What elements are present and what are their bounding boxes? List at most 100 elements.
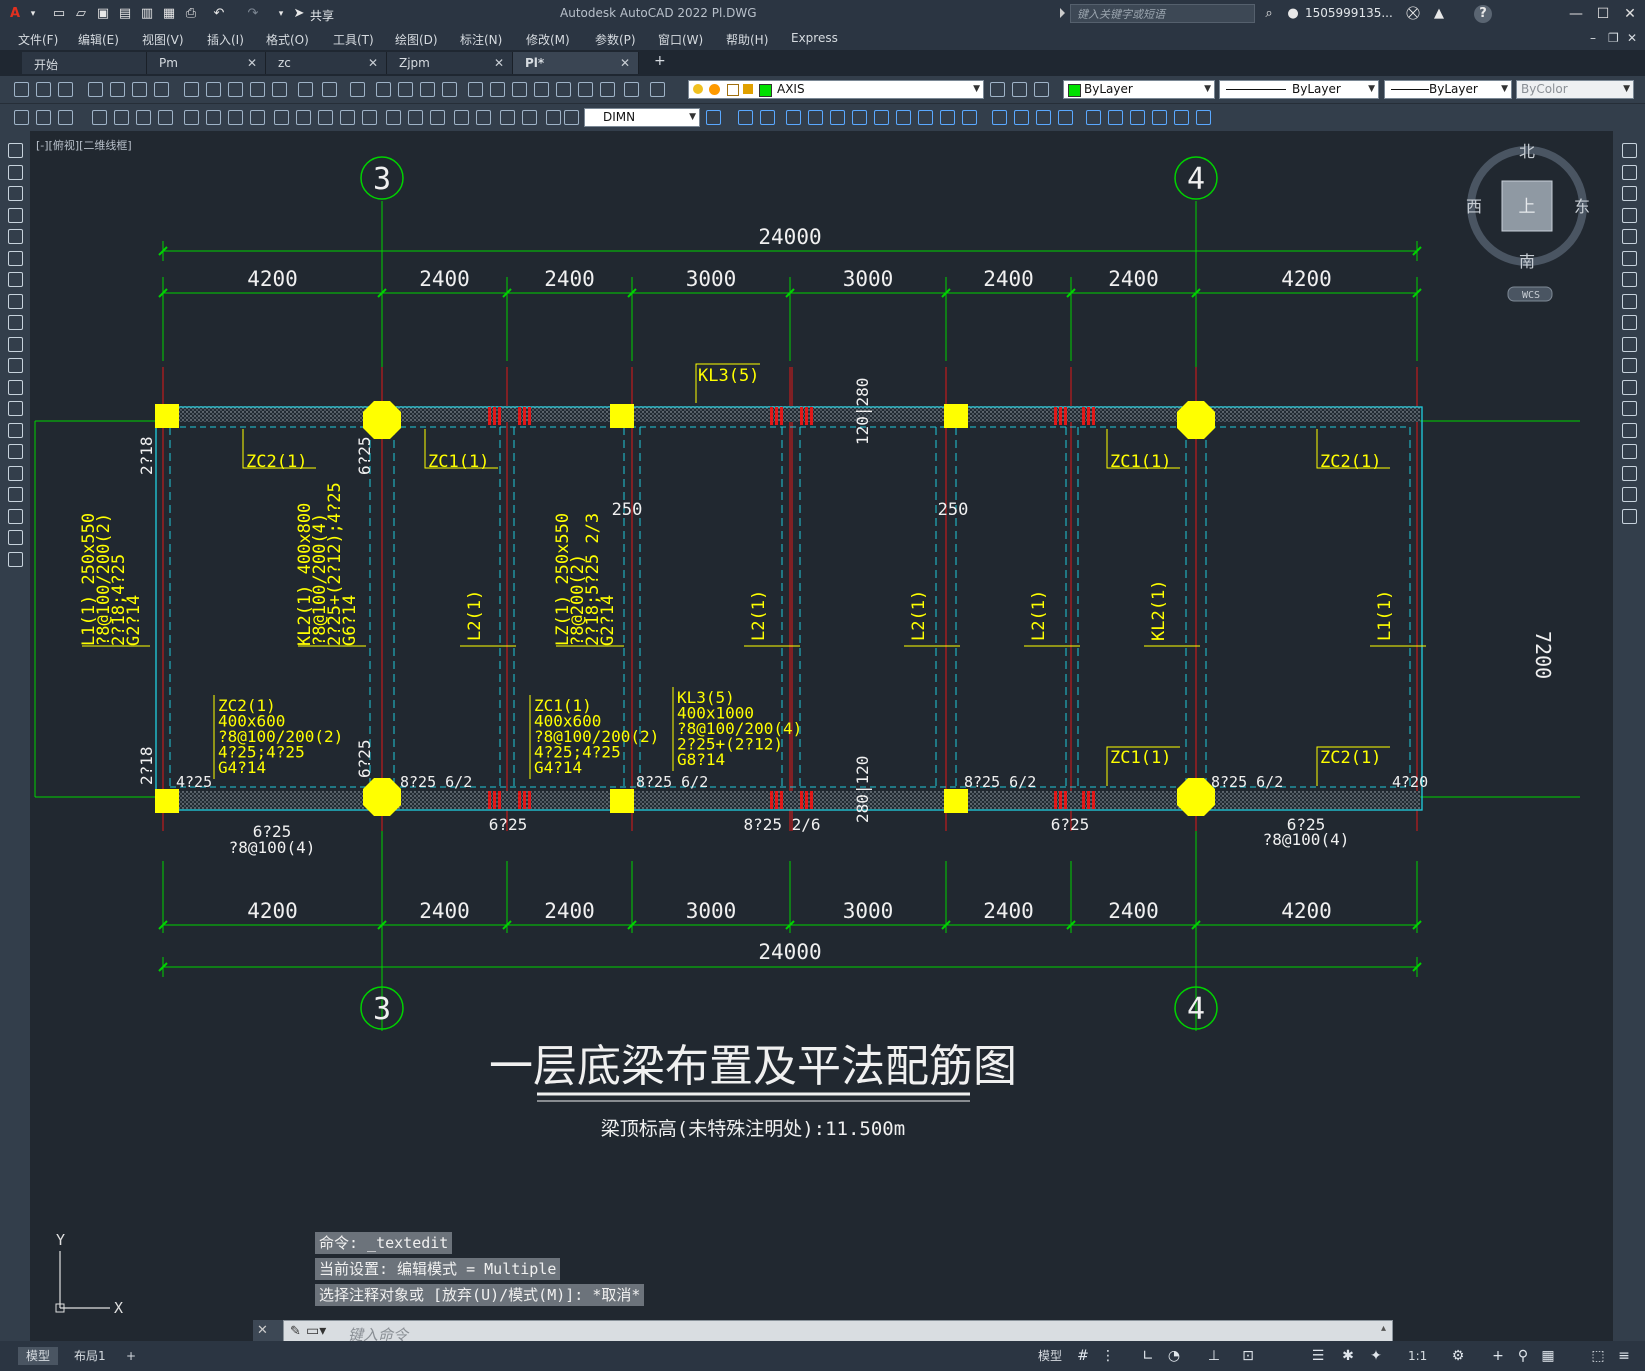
modify-tool-icon[interactable] bbox=[1058, 110, 1073, 125]
menu-parametric[interactable]: 参数(P) bbox=[595, 31, 636, 48]
modify-tool-icon[interactable] bbox=[1622, 401, 1637, 416]
draw-tool-icon[interactable] bbox=[8, 250, 23, 266]
draw-tool-icon[interactable] bbox=[8, 551, 23, 567]
undo-icon[interactable]: ↶ bbox=[210, 5, 228, 23]
snap-icon[interactable]: ⋮ bbox=[1100, 1348, 1116, 1364]
toolbar-tool-icon[interactable] bbox=[154, 82, 169, 97]
modify-tool-icon[interactable] bbox=[738, 110, 753, 125]
graphics-icon[interactable]: ▦ bbox=[1540, 1348, 1556, 1364]
modify-tool-icon[interactable] bbox=[1622, 315, 1637, 330]
draw-tool-icon[interactable] bbox=[8, 229, 23, 244]
draw-tool-icon[interactable] bbox=[8, 272, 23, 287]
toolbar-tool-icon[interactable] bbox=[624, 82, 639, 97]
draw-tool-icon[interactable] bbox=[8, 379, 23, 395]
modify-tool-icon[interactable] bbox=[918, 110, 933, 125]
draw-tool-icon[interactable] bbox=[8, 336, 23, 352]
doc-close-icon[interactable]: ✕ bbox=[1627, 31, 1637, 45]
toolbar-tool-icon[interactable] bbox=[468, 82, 483, 97]
command-close-icon[interactable]: ✕ bbox=[257, 1323, 268, 1338]
menu-view[interactable]: 视图(V) bbox=[142, 31, 184, 48]
tab-zjpm[interactable]: Zjpm ✕ bbox=[387, 52, 513, 74]
tab-pm[interactable]: Pm ✕ bbox=[147, 52, 266, 74]
modify-tool-icon[interactable] bbox=[1622, 379, 1637, 395]
tab-model[interactable]: 模型 bbox=[18, 1347, 59, 1365]
customize-menu-icon[interactable]: ≡ bbox=[1616, 1348, 1632, 1364]
minimize-icon[interactable]: — bbox=[1563, 4, 1589, 24]
tab-pl[interactable]: Pl* ✕ bbox=[513, 52, 639, 74]
plotstyle-dropdown[interactable]: ByColor ▼ bbox=[1516, 80, 1634, 99]
toolbar-tool-icon[interactable] bbox=[88, 82, 103, 97]
viewcube-north[interactable]: 北 bbox=[1519, 142, 1535, 161]
menu-tools[interactable]: 工具(T) bbox=[333, 31, 374, 48]
dimension-tool-icon[interactable] bbox=[318, 110, 333, 125]
draw-tool-icon[interactable] bbox=[8, 186, 23, 201]
dimension-tool-icon[interactable] bbox=[14, 110, 29, 125]
isodraft-icon[interactable]: ⊥ bbox=[1206, 1348, 1222, 1364]
draw-tool-icon[interactable] bbox=[8, 293, 23, 309]
draw-tool-icon[interactable] bbox=[8, 143, 23, 158]
modify-tool-icon[interactable] bbox=[1036, 110, 1051, 125]
modify-tool-icon[interactable] bbox=[808, 110, 823, 125]
plus-icon[interactable]: + bbox=[1490, 1348, 1506, 1364]
modify-tool-icon[interactable] bbox=[830, 110, 845, 125]
modify-tool-icon[interactable] bbox=[1152, 110, 1167, 125]
help-icon[interactable]: ? bbox=[1474, 5, 1492, 23]
lineweight-dropdown[interactable]: ByLayer ▼ bbox=[1384, 80, 1512, 99]
command-prompt-icon[interactable]: ▭▾ bbox=[306, 1323, 326, 1339]
dimension-tool-icon[interactable] bbox=[340, 110, 355, 125]
toolbar-tool-icon[interactable] bbox=[322, 82, 337, 97]
print-icon[interactable]: ⎙ bbox=[182, 5, 200, 23]
toolbar-tool-icon[interactable] bbox=[600, 82, 615, 97]
menu-express[interactable]: Express bbox=[791, 31, 838, 45]
osnap-icon[interactable]: ⊡ bbox=[1240, 1348, 1256, 1364]
workspace-gear-icon[interactable]: ⚙ bbox=[1450, 1348, 1466, 1364]
modify-tool-icon[interactable] bbox=[896, 110, 911, 125]
new-file-icon[interactable]: ▭ bbox=[50, 5, 68, 23]
ortho-icon[interactable]: ∟ bbox=[1140, 1348, 1156, 1364]
modify-tool-icon[interactable] bbox=[1130, 110, 1145, 125]
annotation-scale[interactable]: 1:1 bbox=[1400, 1347, 1435, 1365]
toolbar-tool-icon[interactable] bbox=[376, 82, 391, 97]
layer-properties-icon[interactable] bbox=[1034, 82, 1049, 97]
toolbar-tool-icon[interactable] bbox=[490, 82, 505, 97]
draw-tool-icon[interactable] bbox=[8, 164, 23, 180]
toolbar-tool-icon[interactable] bbox=[442, 82, 457, 97]
modify-tool-icon[interactable] bbox=[1622, 186, 1637, 201]
open-file-icon[interactable]: ▱ bbox=[72, 5, 90, 23]
dimension-tool-icon[interactable] bbox=[386, 110, 401, 125]
toolbar-tool-icon[interactable] bbox=[420, 82, 435, 97]
viewcube-south[interactable]: 南 bbox=[1519, 252, 1535, 271]
user-icon[interactable]: ● bbox=[1284, 5, 1302, 23]
model-space-button[interactable]: 模型 bbox=[1030, 1347, 1070, 1365]
annotation-visibility-icon[interactable]: ✦ bbox=[1368, 1348, 1384, 1364]
dimension-tool-icon[interactable] bbox=[546, 110, 561, 125]
modify-tool-icon[interactable] bbox=[940, 110, 955, 125]
toolbar-tool-icon[interactable] bbox=[298, 82, 313, 97]
color-dropdown[interactable]: ByLayer ▼ bbox=[1063, 80, 1215, 99]
tab-close-icon[interactable]: ✕ bbox=[620, 56, 630, 70]
dimension-tool-icon[interactable] bbox=[92, 110, 107, 125]
layer-match-icon[interactable] bbox=[990, 82, 1005, 97]
toolbar-tool-icon[interactable] bbox=[534, 82, 549, 97]
toolbar-tool-icon[interactable] bbox=[350, 82, 365, 97]
modify-tool-icon[interactable] bbox=[1622, 444, 1637, 459]
modify-tool-icon[interactable] bbox=[1622, 508, 1637, 524]
doc-restore-icon[interactable]: ❐ bbox=[1608, 31, 1619, 45]
fullscreen-icon[interactable]: ⬚ bbox=[1590, 1348, 1606, 1364]
modify-tool-icon[interactable] bbox=[1196, 110, 1211, 125]
viewcube-east[interactable]: 东 bbox=[1574, 197, 1590, 216]
modify-tool-icon[interactable] bbox=[1622, 164, 1637, 180]
lineweight-icon[interactable]: ☰ bbox=[1310, 1348, 1326, 1364]
dimension-tool-icon[interactable] bbox=[296, 110, 311, 125]
toolbar-tool-icon[interactable] bbox=[110, 82, 125, 97]
polar-icon[interactable]: ◔ bbox=[1166, 1348, 1182, 1364]
save-icon[interactable]: ▣ bbox=[94, 5, 112, 23]
modify-tool-icon[interactable] bbox=[706, 110, 721, 125]
dimension-tool-icon[interactable] bbox=[58, 110, 73, 125]
toolbar-tool-icon[interactable] bbox=[556, 82, 571, 97]
user-name[interactable]: 1505999135... bbox=[1305, 6, 1393, 20]
dimension-tool-icon[interactable] bbox=[184, 110, 199, 125]
modify-tool-icon[interactable] bbox=[1622, 422, 1637, 438]
tab-close-icon[interactable]: ✕ bbox=[368, 56, 378, 70]
modify-tool-icon[interactable] bbox=[1622, 143, 1637, 158]
